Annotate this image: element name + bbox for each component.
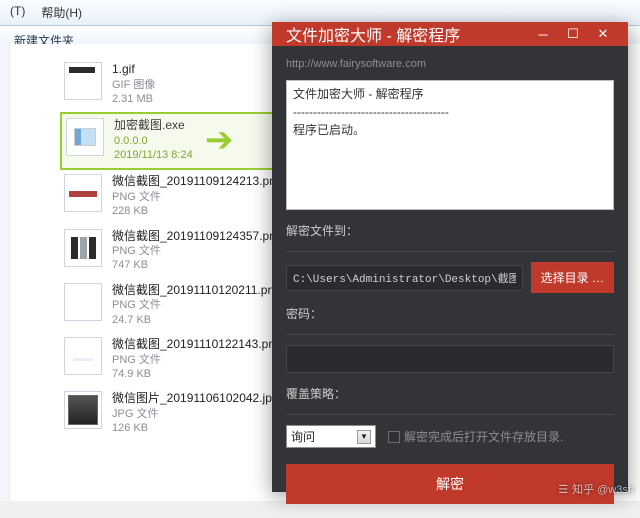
password-label: 密码： bbox=[286, 305, 614, 322]
zhihu-logo-icon: ☰ bbox=[558, 483, 568, 496]
chevron-down-icon: ▼ bbox=[357, 430, 371, 444]
file-size: 2.31 MB bbox=[112, 92, 155, 106]
maximize-icon[interactable]: ☐ bbox=[558, 22, 588, 46]
file-thumb-icon bbox=[64, 337, 102, 375]
title-bar: 文件加密大师 - 解密程序 ─ ☐ ✕ bbox=[272, 22, 628, 46]
menu-item-t[interactable]: (T) bbox=[4, 2, 31, 23]
close-icon[interactable]: ✕ bbox=[588, 22, 618, 46]
file-item[interactable]: 微信图片_20191106102042.jpg JPG 文件 126 KB bbox=[60, 387, 290, 441]
file-thumb-icon bbox=[64, 391, 102, 429]
file-name: 加密截图.exe bbox=[114, 118, 193, 134]
menu-item-help[interactable]: 帮助(H) bbox=[35, 2, 88, 23]
file-type: PNG 文件 bbox=[112, 353, 282, 367]
open-after-checkbox[interactable]: 解密完成后打开文件存放目录. bbox=[388, 428, 563, 445]
file-item[interactable]: 微信截图_20191110122143.png PNG 文件 74.9 KB bbox=[60, 333, 290, 387]
password-input[interactable] bbox=[286, 345, 614, 373]
file-item[interactable]: 微信截图_20191110120211.png PNG 文件 24.7 KB bbox=[60, 279, 290, 333]
file-type: PNG 文件 bbox=[112, 190, 283, 204]
file-name: 微信截图_20191110120211.png bbox=[112, 283, 281, 299]
dest-label: 解密文件到： bbox=[286, 222, 614, 239]
file-size: 74.9 KB bbox=[112, 367, 282, 381]
select-value: 询问 bbox=[291, 428, 315, 445]
file-size: 24.7 KB bbox=[112, 313, 281, 327]
file-type: JPG 文件 bbox=[112, 407, 279, 421]
checkbox-icon bbox=[388, 431, 400, 443]
file-name: 1.gif bbox=[112, 62, 155, 78]
strategy-label: 覆盖策略： bbox=[286, 385, 614, 402]
watermark: ☰ 知乎 @w3sft bbox=[558, 481, 634, 497]
file-name: 微信截图_20191109124213.png bbox=[112, 174, 283, 190]
divider bbox=[286, 251, 614, 252]
file-type: PNG 文件 bbox=[112, 298, 281, 312]
file-version: 0.0.0.0 bbox=[114, 134, 193, 148]
dest-path-input[interactable] bbox=[286, 265, 523, 291]
log-line: 文件加密大师 - 解密程序 bbox=[293, 85, 607, 103]
file-item[interactable]: 1.gif GIF 图像 2.31 MB bbox=[60, 58, 290, 112]
file-name: 微信截图_20191109124357.png bbox=[112, 229, 283, 245]
decryptor-window: 文件加密大师 - 解密程序 ─ ☐ ✕ http://www.fairysoft… bbox=[272, 22, 628, 492]
log-output: 文件加密大师 - 解密程序 --------------------------… bbox=[286, 80, 614, 210]
divider bbox=[286, 334, 614, 335]
file-item[interactable]: 微信截图_20191109124357.png PNG 文件 747 KB bbox=[60, 225, 290, 279]
file-date: 2019/11/13 8:24 bbox=[114, 148, 193, 162]
vendor-url: http://www.fairysoftware.com bbox=[286, 58, 614, 70]
file-item-selected[interactable]: 加密截图.exe 0.0.0.0 2019/11/13 8:24 bbox=[60, 112, 290, 170]
file-size: 126 KB bbox=[112, 421, 279, 435]
choose-dir-button[interactable]: 选择目录 … bbox=[531, 262, 614, 293]
open-after-label: 解密完成后打开文件存放目录. bbox=[404, 428, 563, 445]
file-name: 微信截图_20191110122143.png bbox=[112, 337, 282, 353]
file-thumb-icon bbox=[66, 118, 104, 156]
file-item[interactable]: 微信截图_20191109124213.png PNG 文件 228 KB bbox=[60, 170, 290, 224]
file-thumb-icon bbox=[64, 174, 102, 212]
file-thumb-icon bbox=[64, 229, 102, 267]
app-title: 文件加密大师 - 解密程序 bbox=[286, 22, 528, 46]
overwrite-strategy-select[interactable]: 询问 ▼ bbox=[286, 425, 376, 448]
file-list: 1.gif GIF 图像 2.31 MB 加密截图.exe 0.0.0.0 20… bbox=[60, 58, 290, 441]
file-type: PNG 文件 bbox=[112, 244, 283, 258]
file-name: 微信图片_20191106102042.jpg bbox=[112, 391, 279, 407]
log-line: 程序已启动。 bbox=[293, 121, 607, 139]
file-thumb-icon bbox=[64, 283, 102, 321]
watermark-text: 知乎 @w3sft bbox=[572, 481, 634, 497]
file-size: 228 KB bbox=[112, 204, 283, 218]
file-size: 747 KB bbox=[112, 258, 283, 272]
file-thumb-icon bbox=[64, 62, 102, 100]
minimize-icon[interactable]: ─ bbox=[528, 22, 558, 46]
divider bbox=[286, 414, 614, 415]
file-type: GIF 图像 bbox=[112, 78, 155, 92]
nav-strip bbox=[0, 44, 10, 501]
log-line: --------------------------------------- bbox=[293, 103, 607, 121]
